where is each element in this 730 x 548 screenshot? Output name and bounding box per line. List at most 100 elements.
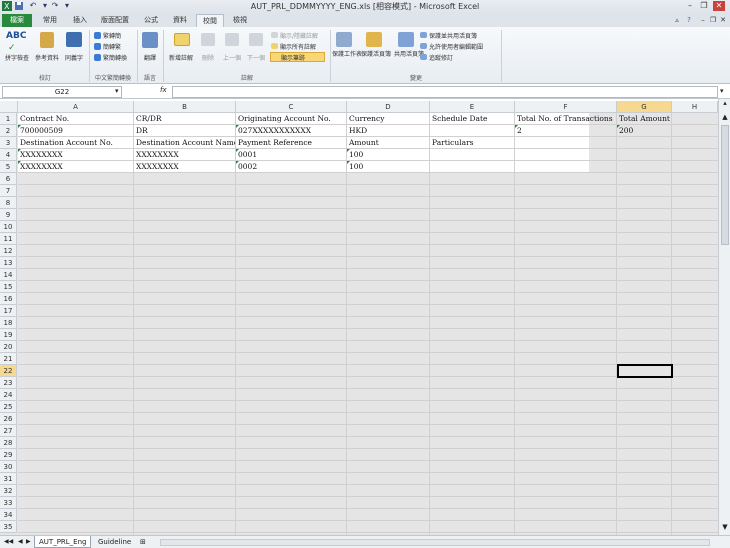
row-header[interactable]: 24 — [0, 389, 17, 401]
workbook-minimize-icon[interactable]: – — [698, 14, 708, 27]
cell-d3[interactable]: Amount — [347, 137, 429, 149]
row-header[interactable]: 34 — [0, 509, 17, 521]
row-header[interactable]: 9 — [0, 209, 17, 221]
row-header[interactable]: 8 — [0, 197, 17, 209]
scroll-down-icon[interactable]: ▼ — [720, 523, 730, 533]
row-header[interactable]: 31 — [0, 473, 17, 485]
row-header[interactable]: 4 — [0, 149, 17, 161]
row-header[interactable]: 3 — [0, 137, 17, 149]
sheet-tab-guideline[interactable]: Guideline — [94, 536, 135, 548]
track-changes-button[interactable]: 追蹤修訂 — [429, 53, 453, 62]
column-header[interactable]: A — [18, 101, 134, 113]
name-box-dropdown-icon[interactable]: ▾ — [115, 87, 119, 95]
cell-e1[interactable]: Schedule Date — [430, 113, 514, 125]
allow-edit-ranges-button[interactable]: 允許使用者編輯範圍 — [429, 42, 483, 51]
help-icon[interactable]: ? — [684, 14, 694, 27]
row-header[interactable]: 21 — [0, 353, 17, 365]
workbook-restore-icon[interactable]: ❐ — [708, 14, 718, 27]
column-header[interactable]: F — [515, 101, 617, 113]
row-header[interactable]: 2 — [0, 125, 17, 137]
row-header[interactable]: 17 — [0, 305, 17, 317]
cell-d4[interactable]: 100 — [347, 149, 429, 161]
column-header[interactable]: D — [347, 101, 430, 113]
worksheet-grid[interactable]: A B C D E F G H Contract No. CR/DR Origi… — [0, 101, 718, 535]
row-header[interactable]: 27 — [0, 425, 17, 437]
tab-data[interactable]: 資料 — [166, 14, 194, 27]
active-cell-g22[interactable] — [617, 364, 673, 378]
row-header[interactable]: 14 — [0, 269, 17, 281]
cell-b5[interactable]: XXXXXXXX — [134, 161, 235, 173]
column-header[interactable]: E — [430, 101, 515, 113]
row-header[interactable]: 25 — [0, 401, 17, 413]
tab-insert[interactable]: 插入 — [66, 14, 94, 27]
row-header[interactable]: 23 — [0, 377, 17, 389]
row-header[interactable]: 30 — [0, 461, 17, 473]
row-header[interactable]: 12 — [0, 245, 17, 257]
column-header-selected[interactable]: G — [617, 101, 672, 113]
row-header[interactable]: 26 — [0, 413, 17, 425]
tab-review[interactable]: 校閱 — [196, 14, 224, 27]
cell-c3[interactable]: Payment Reference — [236, 137, 346, 149]
select-all-corner[interactable] — [0, 101, 18, 113]
row-header[interactable]: 18 — [0, 317, 17, 329]
cell-a1[interactable]: Contract No. — [18, 113, 133, 125]
restore-icon[interactable]: ❐ — [698, 1, 710, 11]
expand-formula-bar-icon[interactable]: ▾ — [720, 87, 724, 95]
row-header[interactable]: 16 — [0, 293, 17, 305]
cell-a4[interactable]: XXXXXXXX — [18, 149, 133, 161]
cell-c2[interactable]: 027XXXXXXXXXXX — [236, 125, 346, 137]
workbook-close-icon[interactable]: ✕ — [718, 14, 728, 27]
row-header[interactable]: 20 — [0, 341, 17, 353]
row-header[interactable]: 29 — [0, 449, 17, 461]
horizontal-scrollbar[interactable] — [160, 539, 710, 546]
row-header[interactable]: 10 — [0, 221, 17, 233]
column-header[interactable]: H — [672, 101, 718, 113]
row-header[interactable]: 13 — [0, 257, 17, 269]
row-header[interactable]: 33 — [0, 497, 17, 509]
minimize-icon[interactable]: – — [684, 1, 696, 11]
row-header[interactable]: 28 — [0, 437, 17, 449]
next-sheet-icon[interactable]: ▶ — [22, 536, 35, 548]
sheet-tab-aut-prl-eng[interactable]: AUT_PRL_Eng — [34, 536, 92, 548]
formula-input[interactable] — [172, 86, 718, 98]
cell-c5[interactable]: 0002 — [236, 161, 346, 173]
convert-button[interactable]: 繁簡轉換 — [103, 53, 127, 62]
insert-function-icon[interactable]: fx — [160, 86, 167, 94]
vertical-scrollbar[interactable]: ▴ ▲ ▼ — [718, 99, 730, 535]
row-header[interactable]: 32 — [0, 485, 17, 497]
cell-c1[interactable]: Originating Account No. — [236, 113, 346, 125]
show-all-comments-button[interactable]: 顯示所有註解 — [280, 42, 316, 51]
cell-d1[interactable]: Currency — [347, 113, 429, 125]
cell-d5[interactable]: 100 — [347, 161, 429, 173]
cell-f2[interactable]: 2 — [515, 125, 616, 137]
tab-file[interactable]: 檔案 — [2, 14, 32, 27]
cell-f1[interactable]: Total No. of Transactions — [515, 113, 616, 125]
insert-sheet-icon[interactable]: ⊞ — [136, 536, 150, 548]
cell-a3[interactable]: Destination Account No. — [18, 137, 133, 149]
tab-page-layout[interactable]: 版面配置 — [96, 14, 134, 27]
cell-g1[interactable]: Total Amount — [617, 113, 677, 125]
row-header[interactable]: 7 — [0, 185, 17, 197]
split-handle-icon[interactable]: ▴ — [720, 99, 730, 109]
close-icon[interactable]: ✕ — [713, 1, 725, 11]
row-header[interactable]: 15 — [0, 281, 17, 293]
row-header[interactable]: 6 — [0, 173, 17, 185]
tab-home[interactable]: 常用 — [36, 14, 64, 27]
show-ink-button[interactable]: 顯示筆跡 — [270, 52, 325, 62]
cell-g2[interactable]: 200 — [617, 125, 671, 137]
cell-d2[interactable]: HKD — [347, 125, 429, 137]
cell-a2[interactable]: 700000509 — [18, 125, 133, 137]
name-box[interactable]: G22 — [2, 86, 122, 98]
row-header[interactable]: 19 — [0, 329, 17, 341]
cell-b2[interactable]: DR — [134, 125, 235, 137]
row-header[interactable]: 35 — [0, 521, 17, 533]
row-header[interactable]: 1 — [0, 113, 17, 125]
show-hide-comment-button[interactable]: 顯示/隱藏註解 — [280, 31, 318, 40]
to-simplified-button[interactable]: 簡轉繁 — [103, 42, 121, 51]
cell-a5[interactable]: XXXXXXXX — [18, 161, 133, 173]
cell-b1[interactable]: CR/DR — [134, 113, 235, 125]
minimize-ribbon-icon[interactable]: ▵ — [672, 14, 682, 27]
row-header[interactable]: 5 — [0, 161, 17, 173]
scroll-up-icon[interactable]: ▲ — [720, 113, 730, 123]
cell-e3[interactable]: Particulars — [430, 137, 514, 149]
